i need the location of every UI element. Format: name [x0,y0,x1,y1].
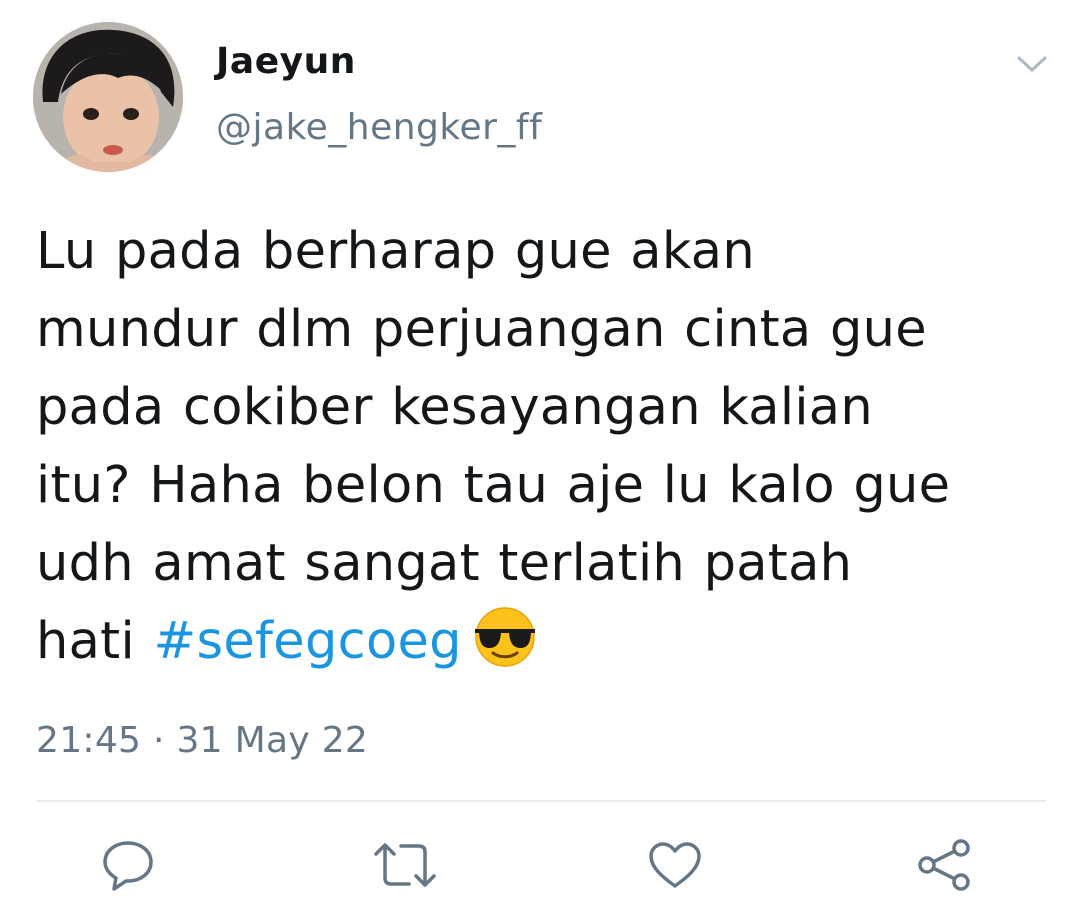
sunglasses-emoji-icon [474,607,535,667]
hashtag-link[interactable]: #sefegcoeg [153,612,461,671]
tweet-text-line: itu? Haha belon tau aje lu kalo gue [36,456,951,515]
tweet-actions-bar [0,830,1080,900]
display-name[interactable]: Jaeyun [216,40,356,84]
divider [36,800,1046,802]
share-button[interactable] [910,830,980,900]
more-options-button[interactable] [1006,44,1058,84]
user-handle[interactable]: @jake_hengker_ff [216,106,542,150]
tweet-text-line: mundur dlm perjuangan cinta gue [36,300,927,359]
reply-icon [103,841,153,891]
tweet-text-line: pada cokiber kesayangan kalian [36,378,873,437]
avatar[interactable] [33,22,183,172]
share-icon [918,839,970,891]
reply-button[interactable] [93,830,163,900]
tweet-text: Lu pada berharap gue akan mundur dlm per… [36,213,1046,681]
retweet-icon [374,843,436,887]
tweet-text-line: Lu pada berharap gue akan [36,222,755,281]
tweet-timestamp[interactable]: 21:45 · 31 May 22 [36,718,368,764]
tweet-text-last-line: hati #sefegcoeg [36,603,1046,681]
like-icon [649,842,701,888]
avatar-photo [33,22,183,172]
tweet-text-line: udh amat sangat terlatih patah [36,534,853,593]
chevron-down-icon [1017,56,1047,72]
like-button[interactable] [640,830,710,900]
tweet-text-segment: hati [36,612,154,671]
retweet-button[interactable] [370,830,440,900]
tweet-detail: Jaeyun @jake_hengker_ff Lu pada berharap… [0,0,1080,924]
